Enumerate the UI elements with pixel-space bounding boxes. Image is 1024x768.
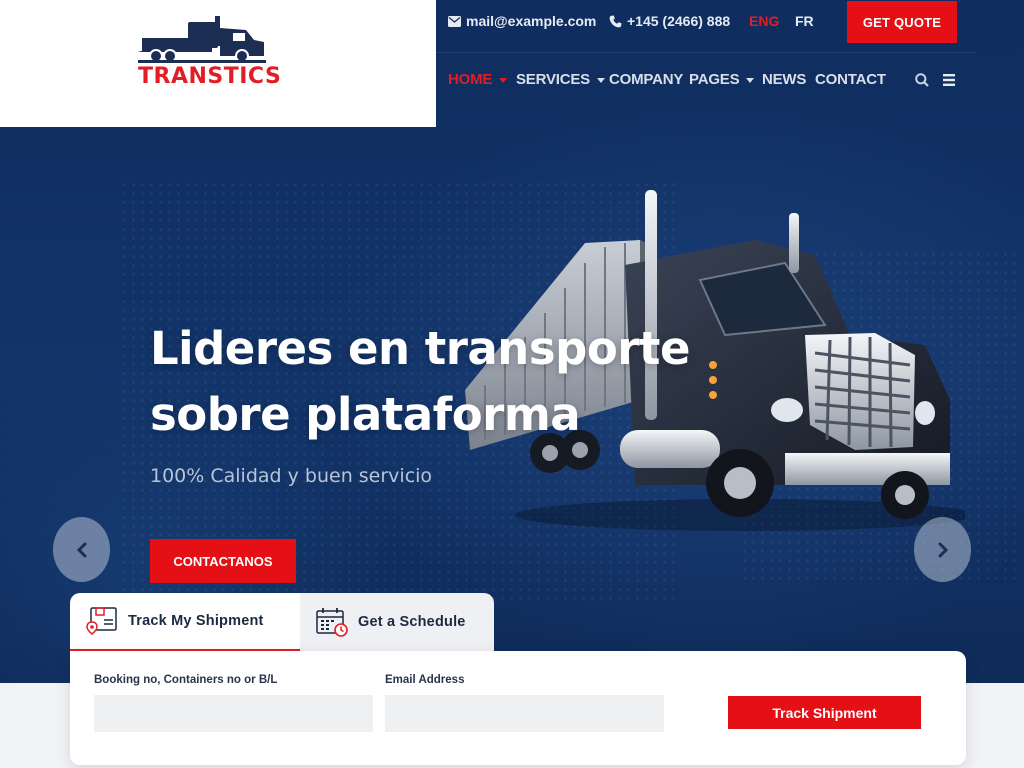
topbar-divider	[436, 52, 976, 53]
chevron-right-icon	[938, 542, 948, 557]
hero-title: Lideres en transporte sobre plataforma	[150, 316, 710, 448]
booking-field-label: Booking no, Containers no or B/L	[94, 674, 278, 686]
phone-icon	[609, 15, 622, 27]
nav-news-label: NEWS	[762, 71, 807, 88]
search-icon[interactable]	[915, 73, 929, 87]
slider-next-button[interactable]	[914, 517, 971, 582]
booking-number-input[interactable]	[94, 695, 373, 732]
chevron-down-icon	[746, 77, 755, 83]
email-field-label: Email Address	[385, 674, 465, 686]
nav-item-news[interactable]: NEWS	[762, 71, 806, 88]
chevron-down-icon	[597, 77, 605, 83]
phone-text: +145 (2466) 888	[627, 13, 731, 29]
envelope-icon	[448, 15, 461, 27]
slider-prev-button[interactable]	[53, 517, 110, 582]
tracking-form: Booking no, Containers no or B/L Email A…	[70, 651, 966, 765]
nav-services-label: SERVICES	[516, 71, 590, 88]
get-quote-button[interactable]: GET QUOTE	[847, 1, 957, 43]
logo-container[interactable]: TRANSTICS	[0, 0, 436, 127]
nav-item-pages[interactable]: PAGES	[689, 71, 755, 88]
tab-track-label: Track My Shipment	[128, 613, 264, 629]
hero-title-line-2: sobre plataforma	[150, 388, 581, 441]
nav-home-label: HOME	[448, 71, 493, 88]
nav-item-home[interactable]: HOME	[448, 71, 508, 88]
menu-icon[interactable]	[943, 73, 955, 87]
hero-title-line-1: Lideres en transporte	[150, 322, 690, 375]
nav-item-contact[interactable]: CONTACT	[815, 71, 886, 88]
contact-button[interactable]: CONTACTANOS	[150, 539, 296, 583]
nav-contact-label: CONTACT	[815, 71, 886, 88]
chevron-down-icon	[499, 77, 508, 83]
email-contact[interactable]: mail@example.com	[448, 13, 596, 29]
lang-eng[interactable]: ENG	[749, 13, 779, 29]
phone-contact[interactable]: +145 (2466) 888	[609, 13, 730, 29]
tracking-tabs: Track My Shipment Get a Schedule	[70, 593, 494, 651]
email-address-input[interactable]	[385, 695, 664, 732]
nav-company-label: COMPANY	[609, 71, 684, 88]
nav-item-services[interactable]: SERVICES	[516, 71, 605, 88]
shipment-icon	[86, 607, 117, 635]
tab-get-schedule[interactable]: Get a Schedule	[300, 593, 494, 651]
tab-track-shipment[interactable]: Track My Shipment	[70, 593, 300, 651]
lang-fr[interactable]: FR	[795, 13, 814, 29]
logo-wordmark: TRANSTICS	[138, 64, 282, 89]
logo-truck-icon	[138, 16, 266, 63]
nav-pages-label: PAGES	[689, 71, 740, 88]
tab-schedule-label: Get a Schedule	[358, 614, 466, 630]
chevron-left-icon	[76, 542, 86, 557]
track-shipment-button[interactable]: Track Shipment	[728, 696, 921, 729]
calendar-icon	[316, 608, 348, 637]
email-text: mail@example.com	[466, 13, 597, 29]
nav-item-company[interactable]: COMPANY	[609, 71, 683, 88]
hero-subtitle: 100% Calidad y buen servicio	[150, 465, 433, 487]
